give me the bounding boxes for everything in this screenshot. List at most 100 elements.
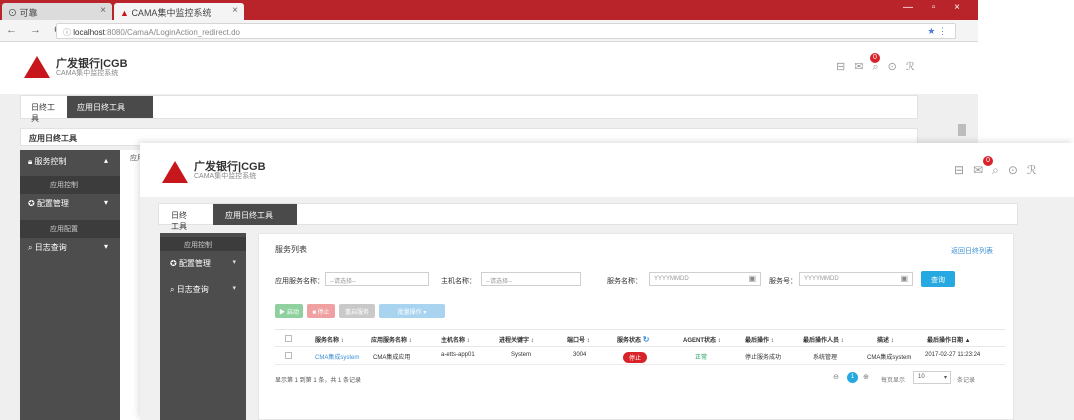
url-field[interactable]: ⓘ localhost:8080/CamaA/LoginAction_redir… — [56, 23, 956, 39]
cell-last-operation: 停止服务成功 — [745, 355, 782, 361]
url-path: :8080/CamaA/LoginAction_redirect.do — [104, 28, 241, 37]
service-list-panel: 服务列表 返回日终列表 应用服务名称： --请选择-- 主机名称： --请选择-… — [258, 233, 1014, 420]
col-label: 服务状态 — [617, 338, 642, 344]
front-sidebar: 应用控制 ✪ 配置管理 ▾ ⌕ 日志查询 ▾ — [160, 233, 246, 420]
search-icon[interactable]: ⌕ — [992, 163, 1008, 177]
select-all-checkbox[interactable] — [285, 330, 292, 348]
tab-app-eod-tools[interactable]: 应用日终工具 — [67, 96, 153, 118]
tab-app-eod-tools[interactable]: 应用日终工具 — [213, 204, 297, 225]
stop-button[interactable]: ■ 停止 — [307, 304, 335, 318]
input-placeholder: YYYYMMDD — [654, 276, 689, 282]
address-bar: ← → C ⓘ localhost:8080/CamaA/LoginAction… — [0, 20, 978, 42]
cell-port: 3004 — [573, 352, 587, 358]
col-last-operation[interactable]: 最后操作 ↕ — [745, 330, 774, 348]
col-host-name[interactable]: 主机名称 ↕ — [441, 330, 470, 348]
logo-icon — [24, 56, 50, 78]
close-icon[interactable]: × — [100, 5, 106, 16]
prev-page-icon[interactable]: ⊖ — [833, 373, 839, 381]
refresh-icon[interactable]: ↻ — [643, 335, 650, 344]
pager-summary: 显示第 1 到第 1 条，共 1 条记录 — [275, 378, 362, 384]
col-port[interactable]: 端口号 ↕ — [567, 330, 590, 348]
search-icon: ⌕ — [28, 243, 35, 252]
col-last-op-date[interactable]: 最后操作日期 ▲ — [927, 330, 971, 348]
chevron-down-icon: ▾ — [943, 375, 947, 381]
front-tabs-bar: 日终工具 应用日终工具 — [158, 203, 1018, 231]
col-description[interactable]: 描述 ↕ — [877, 330, 894, 348]
caret-icon: ▾ — [103, 198, 108, 207]
grid-icon[interactable]: ⊟ — [836, 61, 854, 73]
logo-subtitle: CAMA集中监控系统 — [56, 70, 119, 77]
browser-tab-label: CAMA集中监控系统 — [131, 8, 212, 18]
col-app-service-name[interactable]: 应用服务名称 ↕ — [371, 330, 412, 348]
app-favicon-icon: ▲ — [120, 8, 129, 18]
help-icon[interactable]: ⊙ — [888, 61, 906, 73]
cell-service-name[interactable]: CMA集成system — [315, 347, 359, 365]
select-placeholder: --请选择-- — [330, 279, 356, 285]
app-service-select[interactable]: --请选择-- — [325, 272, 429, 286]
page-size-suffix: 条记录 — [957, 378, 976, 384]
service-name-input[interactable]: YYYYMMDD ▣ — [649, 272, 761, 286]
user-icon[interactable]: ℛ — [906, 61, 924, 73]
calendar-icon[interactable]: ▣ — [748, 274, 756, 283]
sidebar-item-service-control[interactable]: 🔒︎ 服务控制 ▴ — [20, 152, 120, 171]
sidebar-sub-app-control[interactable]: 应用控制 — [20, 176, 120, 194]
select-placeholder: --请选择-- — [486, 279, 512, 285]
header-icons[interactable]: ⊟✉⌕⊙ℛ — [836, 60, 924, 74]
col-agent-status[interactable]: AGENT状态 ↕ — [683, 330, 721, 348]
status-badge: 停止 — [623, 352, 648, 363]
cell-agent-status: 正常 — [695, 355, 708, 361]
close-icon[interactable]: × — [232, 5, 238, 16]
sidebar-item-logs[interactable]: ⌕ 日志查询 ▾ — [20, 238, 120, 257]
page-1-button[interactable]: 1 — [847, 372, 858, 383]
sidebar-item-label: 配置管理 — [36, 199, 69, 208]
gear-icon: ✪ — [170, 259, 179, 268]
window-controls[interactable]: — ▫ × — [903, 2, 968, 13]
tab-eod-tools[interactable]: 日终工具 — [159, 204, 205, 231]
info-icon: ⓘ — [63, 28, 74, 37]
sidebar-item-logs[interactable]: ⌕ 日志查询 ▾ — [160, 281, 246, 298]
table-row[interactable]: CMA集成system CMA集成应用 a-etts-app01 System … — [275, 347, 1005, 365]
host-select[interactable]: --请选择-- — [481, 272, 581, 286]
row-checkbox[interactable] — [285, 347, 292, 365]
search-button[interactable]: 查询 — [921, 271, 955, 287]
cell-process-key: System — [511, 352, 532, 358]
cell-service-status: 停止 — [623, 347, 648, 365]
browser-tab-1[interactable]: ⊙ 可靠 × — [2, 3, 112, 20]
back-to-list-link[interactable]: 返回日终列表 — [951, 246, 993, 256]
table-header: 服务名称 ↕ 应用服务名称 ↕ 主机名称 ↕ 进程关键字 ↕ 端口号 ↕ 服务状… — [275, 329, 1005, 347]
start-button[interactable]: ▶ 启动 — [275, 304, 303, 318]
sidebar-item-label: 日志查询 — [176, 285, 209, 294]
col-process-key[interactable]: 进程关键字 ↕ — [499, 330, 534, 348]
service-no-input[interactable]: YYYYMMDD ▣ — [799, 272, 913, 286]
url-host: localhost — [73, 28, 105, 37]
user-icon[interactable]: ℛ — [1027, 163, 1046, 177]
restart-button[interactable]: 重启服务 — [339, 304, 375, 318]
help-icon[interactable]: ⊙ — [1008, 163, 1027, 177]
sidebar-sub-app-control[interactable]: 应用控制 — [160, 237, 246, 251]
tab-eod-tools[interactable]: 日终工具 — [21, 96, 65, 123]
app-header: 广发银行|CGB CAMA集中监控系统 ⊟✉⌕⊙ℛ 0 — [0, 42, 978, 94]
logo-subtitle: CAMA集中监控系统 — [194, 173, 257, 180]
scrollbar[interactable] — [958, 124, 966, 136]
input-placeholder: YYYYMMDD — [804, 276, 839, 282]
mail-icon[interactable]: ✉ — [854, 61, 872, 73]
cell-description: CMA集成system — [867, 355, 912, 361]
calendar-icon[interactable]: ▣ — [900, 274, 908, 283]
filter-label-app-service: 应用服务名称： — [275, 278, 324, 285]
browser-tab-2[interactable]: ▲ CAMA集中监控系统 × — [114, 3, 244, 20]
front-window: 广发银行|CGB CAMA集中监控系统 ⊟✉⌕⊙ℛ 0 日终工具 应用日终工具 … — [140, 143, 1074, 420]
col-service-name[interactable]: 服务名称 ↕ — [315, 330, 344, 348]
bookmark-star-icon[interactable]: ★ ⋮ — [927, 26, 947, 37]
col-service-status[interactable]: 服务状态 ↻ — [617, 330, 649, 348]
back-tabs-bar: 日终工具 应用日终工具 — [20, 95, 918, 123]
sidebar-sub-app-config[interactable]: 应用配置 — [20, 220, 120, 238]
col-last-operator[interactable]: 最后操作人员 ↕ — [803, 330, 844, 348]
sidebar-item-config[interactable]: ✪ 配置管理 ▾ — [20, 194, 120, 213]
caret-icon: ▾ — [232, 259, 236, 266]
batch-button[interactable]: 批量操作 ▾ — [379, 304, 445, 318]
header-icons[interactable]: ⊟✉⌕⊙ℛ — [954, 163, 1046, 178]
next-page-icon[interactable]: ⊕ — [863, 373, 869, 381]
grid-icon[interactable]: ⊟ — [954, 163, 973, 177]
sidebar-item-config[interactable]: ✪ 配置管理 ▾ — [160, 255, 246, 272]
page-size-select[interactable]: 10 ▾ — [913, 371, 951, 384]
